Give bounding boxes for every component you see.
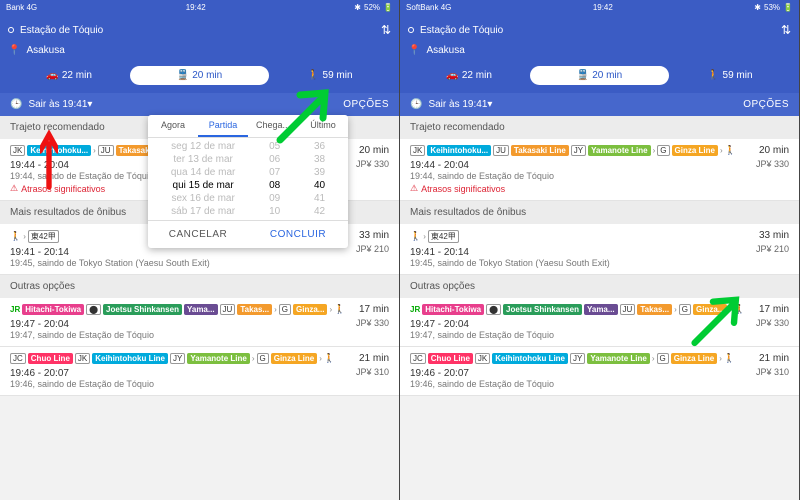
picker-done[interactable]: CONCLUIR [248,221,348,248]
duration: 20 min [359,145,389,156]
picker-tab-now[interactable]: Agora [148,115,198,137]
picker-tab-depart[interactable]: Partida [198,115,248,137]
depart-label: Sair às 19:41 [28,99,87,110]
train-icon: 🚆 [177,70,189,81]
depart-row[interactable]: 🕒Sair às 19:41▾ OPÇÕES [400,93,799,116]
origin-dot-icon [8,27,14,33]
mode-car[interactable]: 🚗22 min [408,70,530,81]
mode-car[interactable]: 🚗22 min [8,70,130,81]
chevron-down-icon: ▾ [87,99,92,110]
swap-icon[interactable]: ⇅ [381,23,391,37]
picker-wheel[interactable]: seg 12 de marter 13 de marqua 14 de mar … [148,138,348,220]
line-badge: JK [10,145,25,156]
annotation-green-arrow [690,290,745,350]
price: JP¥ 330 [356,159,389,169]
screen-right: SoftBank 4G 19:42 ✱53%🔋 Estação de Tóqui… [400,0,800,500]
destination-text: Asakusa [26,45,64,56]
carrier: Bank 4G [6,3,37,12]
mode-tabs: 🚗22 min 🚆20 min 🚶59 min [0,60,399,93]
mode-walk[interactable]: 🚶59 min [269,70,391,81]
route-other-1[interactable]: JRHitachi-Tokiwa⬤Joetsu ShinkansenYama..… [0,298,399,347]
swap-icon[interactable]: ⇅ [781,23,791,37]
mode-walk[interactable]: 🚶59 min [669,70,791,81]
depart-row[interactable]: 🕒 Sair às 19:41 ▾ OPÇÕES [0,93,399,116]
walk-icon: 🚶 [307,70,319,81]
origin-field[interactable]: Estação de Tóquio⇅ [408,19,791,41]
statusbar: Bank 4G 19:42 ✱52%🔋 [0,0,399,14]
clock-icon: 🕒 [10,99,22,110]
car-icon: 🚗 [46,70,58,81]
mode-transit[interactable]: 🚆20 min [530,66,668,85]
warning-icon: ⚠ [10,183,18,194]
annotation-green-arrow [275,85,335,145]
section-other: Outras opções [0,275,399,298]
statusbar: SoftBank 4G 19:42 ✱53%🔋 [400,0,799,14]
route-bus[interactable]: 🚶›東42甲 33 minJP¥ 210 19:41 - 20:1419:45,… [400,224,799,275]
clock: 19:42 [186,3,206,12]
options-button[interactable]: OPÇÕES [743,99,789,110]
screen-left: Bank 4G 19:42 ✱52%🔋 Estação de Tóquio ⇅ … [0,0,400,500]
mode-transit[interactable]: 🚆20 min [130,66,268,85]
status-right: ✱52%🔋 [354,3,393,12]
destination-pin-icon: 📍 [8,45,20,56]
options-button[interactable]: OPÇÕES [343,99,389,110]
picker-cancel[interactable]: CANCELAR [148,221,248,248]
route-other-2[interactable]: JCChuo LineJKKeihintohoku LineJYYamanote… [0,347,399,396]
route-recommended[interactable]: JKKeihintohoku... JUTakasaki Line JYYama… [400,139,799,201]
destination-field[interactable]: 📍Asakusa [408,41,791,60]
route-other-2[interactable]: JCChuo LineJKKeihintohoku LineJYYamanote… [400,347,799,396]
annotation-red-arrow [40,130,58,190]
origin-text: Estação de Tóquio [20,25,103,36]
origin-field[interactable]: Estação de Tóquio ⇅ [8,19,391,41]
line-chip: Keihintohoku... [27,145,91,156]
search-header: Estação de Tóquio ⇅ 📍 Asakusa [0,14,399,60]
destination-field[interactable]: 📍 Asakusa [8,41,391,60]
